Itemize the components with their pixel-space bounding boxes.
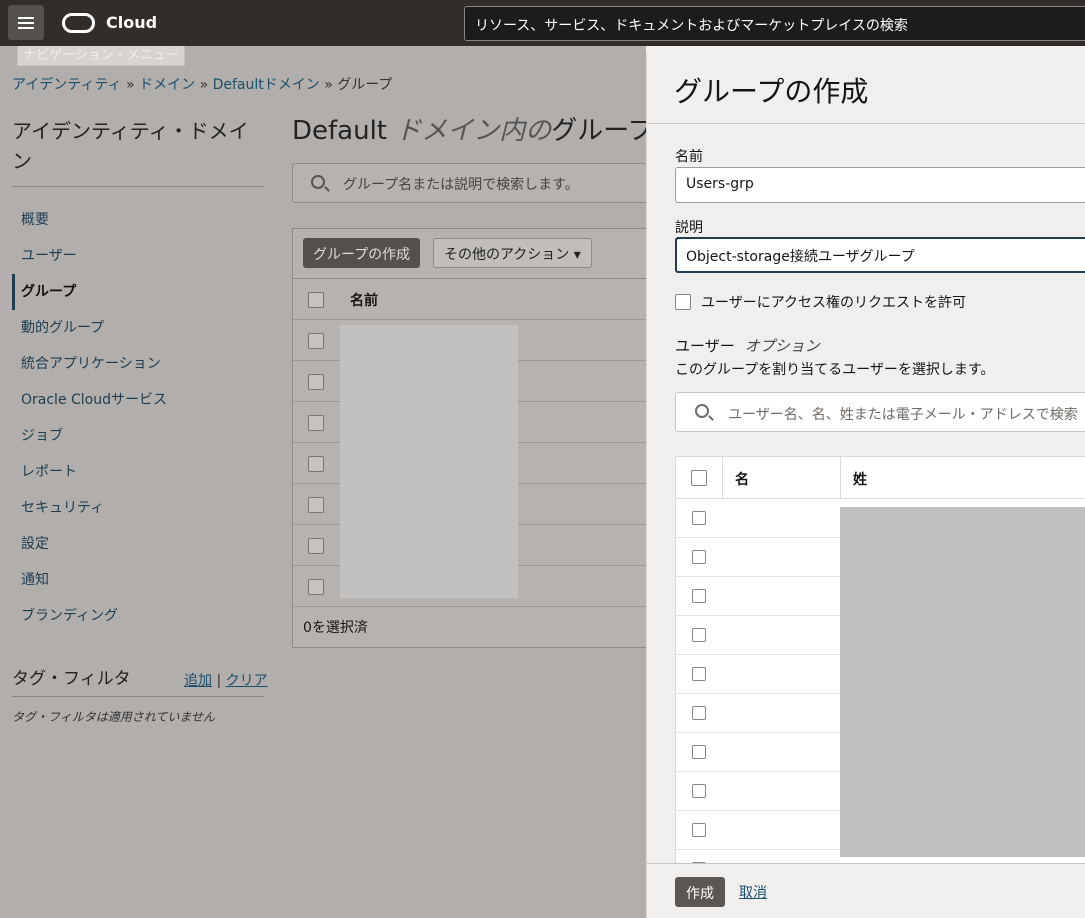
row-checkbox[interactable] [692, 667, 706, 681]
tag-filter-add-link[interactable]: 追加 [184, 673, 212, 689]
breadcrumb: アイデンティティ » ドメイン » Defaultドメイン » グループ [12, 77, 393, 93]
create-group-panel: グループの作成 名前 Users-grp 説明 Object-storage接続… [646, 53, 1085, 918]
tag-filter-links: 追加 | クリア [184, 673, 268, 689]
table-footer: 0を選択済 [293, 607, 646, 648]
group-search-input[interactable]: グループ名または説明で検索します。 [292, 163, 646, 203]
page-title: Default ドメイン内のグループ [292, 116, 646, 146]
sidebar-item-branding[interactable]: ブランディング [12, 598, 264, 634]
table-row [676, 577, 840, 616]
panel-header: グループの作成 [647, 53, 1085, 124]
table-row [676, 772, 840, 811]
background-page: ナビゲーション・メニュー アイデンティティ » ドメイン » Defaultドメ… [0, 46, 646, 918]
create-button[interactable]: 作成 [675, 877, 725, 907]
row-checkbox[interactable] [692, 745, 706, 759]
description-label: 説明 [675, 220, 703, 236]
oracle-logo-icon[interactable] [62, 13, 95, 33]
global-search-input[interactable]: リソース、サービス、ドキュメントおよびマーケットプレイスの検索 [464, 6, 1085, 41]
table-header-row: 名前 [293, 279, 646, 320]
table-row [676, 655, 840, 694]
table-row [676, 616, 840, 655]
tag-filter-title: タグ・フィルタ [12, 669, 131, 689]
brand-name[interactable]: Cloud [106, 13, 157, 32]
users-section-label: ユーザー オプション [675, 337, 820, 355]
row-checkbox[interactable] [308, 374, 324, 390]
allow-access-request-label[interactable]: ユーザーにアクセス権のリクエストを許可 [701, 292, 966, 312]
sidebar-item-oracle-cloud-services[interactable]: Oracle Cloudサービス [12, 382, 264, 418]
row-checkbox[interactable] [692, 628, 706, 642]
tag-filter-clear-link[interactable]: クリア [226, 673, 268, 689]
navigation-tooltip: ナビゲーション・メニュー [17, 46, 185, 66]
more-actions-button[interactable]: その他のアクション ▾ [433, 238, 592, 268]
divider [12, 186, 264, 187]
tag-filter-empty-text: タグ・フィルタは適用されていません [12, 710, 216, 724]
caret-down-icon: ▾ [573, 247, 581, 263]
redacted-area [340, 325, 518, 598]
sidebar-item-security[interactable]: セキュリティ [12, 490, 264, 526]
row-checkbox[interactable] [692, 511, 706, 525]
table-toolbar: グループの作成 その他のアクション ▾ [293, 229, 646, 279]
row-checkbox[interactable] [692, 706, 706, 720]
sidebar-nav: 概要 ユーザー グループ 動的グループ 統合アプリケーション Oracle Cl… [12, 202, 264, 634]
row-checkbox[interactable] [308, 333, 324, 349]
row-checkbox[interactable] [692, 784, 706, 798]
column-header-first-name[interactable]: 名 [722, 457, 761, 499]
breadcrumb-current: グループ [337, 77, 393, 93]
table-row [676, 811, 840, 850]
search-icon [695, 404, 709, 418]
name-label: 名前 [675, 149, 703, 165]
breadcrumb-identity[interactable]: アイデンティティ [12, 77, 122, 93]
sidebar-item-integrated-apps[interactable]: 統合アプリケーション [12, 346, 264, 382]
row-checkbox[interactable] [692, 823, 706, 837]
sidebar-title: アイデンティティ・ドメイン [12, 119, 249, 173]
sidebar-item-dynamic-groups[interactable]: 動的グループ [12, 310, 264, 346]
top-bar: Cloud リソース、サービス、ドキュメントおよびマーケットプレイスの検索 [0, 0, 1085, 46]
row-checkbox[interactable] [692, 589, 706, 603]
sidebar-item-overview[interactable]: 概要 [12, 202, 264, 238]
panel-title: グループの作成 [674, 75, 869, 108]
sidebar-item-settings[interactable]: 設定 [12, 526, 264, 562]
panel-footer: 作成 取消 [647, 863, 1085, 918]
description-field[interactable]: Object-storage接続ユーザグループ [675, 237, 1085, 273]
row-checkbox[interactable] [308, 538, 324, 554]
user-search-input[interactable]: ユーザー名、名、姓または電子メール・アドレスで検索 [675, 392, 1085, 432]
table-header-row: 名 姓 [676, 457, 1085, 499]
column-header-name[interactable]: 名前 [350, 290, 378, 310]
allow-access-request-checkbox[interactable] [675, 294, 691, 310]
row-checkbox[interactable] [308, 415, 324, 431]
create-group-button[interactable]: グループの作成 [303, 238, 421, 268]
cancel-button[interactable]: 取消 [739, 882, 767, 902]
redacted-area [840, 507, 1085, 857]
sidebar-item-reports[interactable]: レポート [12, 454, 264, 490]
search-icon [311, 175, 325, 189]
row-checkbox[interactable] [308, 456, 324, 472]
table-row [676, 694, 840, 733]
row-checkbox[interactable] [692, 550, 706, 564]
row-checkbox[interactable] [308, 497, 324, 513]
column-header-last-name[interactable]: 姓 [840, 457, 879, 499]
breadcrumb-domains[interactable]: ドメイン [139, 77, 195, 93]
table-row [676, 538, 840, 577]
row-checkbox[interactable] [308, 579, 324, 595]
name-field[interactable]: Users-grp [675, 167, 1085, 203]
breadcrumb-default-domain[interactable]: Defaultドメイン [213, 77, 320, 93]
sidebar-item-groups[interactable]: グループ [12, 274, 264, 310]
sidebar-item-notifications[interactable]: 通知 [12, 562, 264, 598]
navigation-menu-button[interactable] [8, 5, 44, 40]
divider [12, 696, 264, 697]
select-all-checkbox[interactable] [308, 292, 324, 308]
users-table: 名 姓 [675, 456, 1085, 868]
selected-count: 0を選択済 [303, 620, 368, 636]
table-row [676, 499, 840, 538]
sidebar-item-jobs[interactable]: ジョブ [12, 418, 264, 454]
sidebar-item-users[interactable]: ユーザー [12, 238, 264, 274]
users-help-text: このグループを割り当てるユーザーを選択します。 [675, 362, 995, 378]
table-row [676, 733, 840, 772]
hamburger-icon [18, 16, 34, 19]
select-all-checkbox[interactable] [691, 470, 707, 486]
